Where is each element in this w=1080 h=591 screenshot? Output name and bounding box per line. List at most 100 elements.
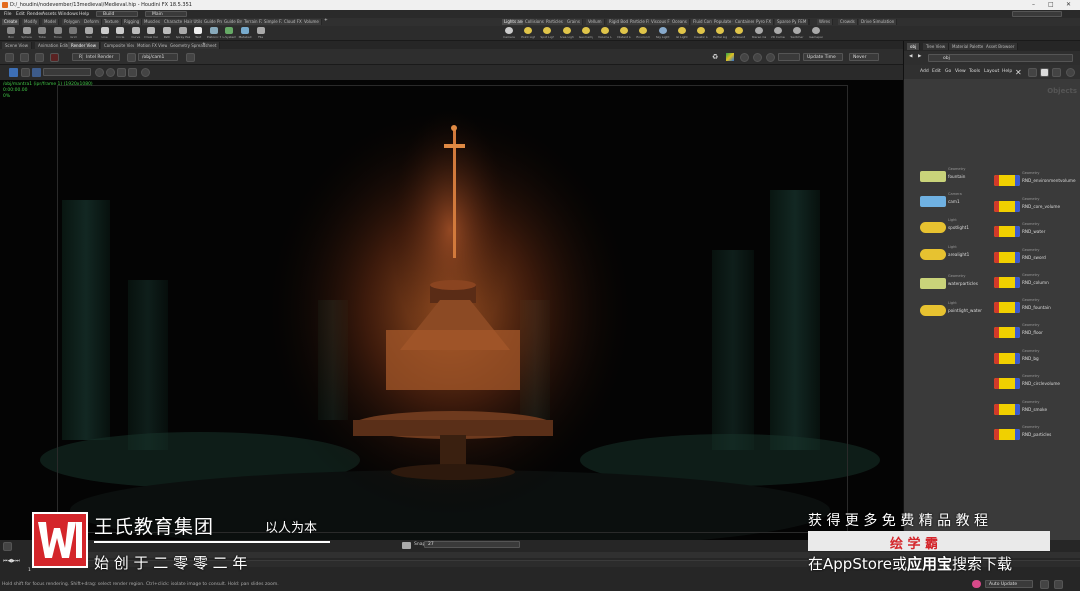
color-swatch-icon[interactable] <box>726 53 734 61</box>
tool-curve[interactable]: Curve <box>129 27 143 40</box>
pane-tab-2[interactable]: Render View <box>68 42 101 49</box>
display-flag-icon[interactable] <box>994 353 999 364</box>
display-flag-icon[interactable] <box>994 226 999 237</box>
tool-spot-light[interactable]: Spot Light <box>540 27 554 40</box>
render-flag-icon[interactable] <box>1015 226 1020 237</box>
shelf-tab-0[interactable]: Create <box>2 19 21 25</box>
zoom-out-icon[interactable] <box>106 68 115 77</box>
net-menu-edit[interactable]: Edit <box>932 69 941 75</box>
render-flag-icon[interactable] <box>1015 175 1020 186</box>
render-flag-icon[interactable] <box>1015 404 1020 415</box>
render-flag-icon[interactable] <box>1015 429 1020 440</box>
aov-select[interactable] <box>43 68 91 76</box>
tool-gi-light[interactable]: GI Light <box>675 27 689 40</box>
shelf-tab-15[interactable]: Volume <box>302 19 322 25</box>
display-flag-icon[interactable] <box>994 378 999 389</box>
tool-caustic-light[interactable]: Caustic Light <box>694 27 708 40</box>
render-flag-icon[interactable] <box>1015 302 1020 313</box>
layout-icon[interactable] <box>1052 68 1061 77</box>
forward-arrow-icon[interactable]: ▶ <box>918 54 921 60</box>
tool-geometry-light[interactable]: Geometry Light <box>579 27 593 40</box>
shelf-tab-4[interactable]: Deform <box>82 19 102 25</box>
tool-line[interactable]: Line <box>98 27 112 40</box>
path-field[interactable]: obj <box>928 54 1073 62</box>
status-icon-2[interactable] <box>1054 580 1063 589</box>
pause-icon[interactable] <box>35 53 44 62</box>
auto-update-select[interactable]: Auto Update <box>985 580 1033 588</box>
network-tab-2[interactable]: Material Palette <box>949 43 988 50</box>
tool-distant-light[interactable]: Distant Light <box>617 27 631 40</box>
shelf-tab-7[interactable]: Muscles <box>142 19 163 25</box>
tool-switcher[interactable]: Switcher <box>790 27 804 40</box>
shelf-tab-right-15[interactable]: Wires <box>817 19 834 25</box>
home-icon[interactable] <box>117 68 126 77</box>
camera-settings-icon[interactable] <box>186 53 195 62</box>
render-flag-icon[interactable] <box>1015 378 1020 389</box>
circle-icon[interactable] <box>766 53 775 62</box>
tool-volume-light[interactable]: Volume Light <box>598 27 612 40</box>
display-flag-icon[interactable] <box>994 277 999 288</box>
render-flag-icon[interactable] <box>1015 327 1020 338</box>
shelf-tab-right-8[interactable]: Oceans <box>670 19 690 25</box>
shelf-tab-right-4[interactable]: Vellum <box>586 19 605 25</box>
maximize-button[interactable]: □ <box>1048 1 1054 8</box>
tool-draw-curve[interactable]: Draw Curve <box>144 27 158 40</box>
render-flag-icon[interactable] <box>1015 201 1020 212</box>
update-time-select[interactable]: Update Time <box>803 53 843 61</box>
object-select[interactable]: Main <box>145 11 187 17</box>
menu-help[interactable]: Help <box>79 12 89 17</box>
tool-gamepad-camera[interactable]: Gamepad Camera <box>809 27 823 40</box>
shelf-tab-right-14[interactable]: FEM <box>796 19 810 25</box>
shelf-tab-right-3[interactable]: Grains <box>565 19 583 25</box>
shelf-tab-right-16[interactable]: Crowds <box>838 19 858 25</box>
tool-portal-light[interactable]: Portal Light <box>713 27 727 40</box>
render-flag-icon[interactable] <box>1015 252 1020 263</box>
snap-field[interactable]: 27 <box>424 541 520 548</box>
shelf-tab-3[interactable]: Polygon <box>62 19 83 25</box>
tool-path[interactable]: Path <box>160 27 174 40</box>
tool-text[interactable]: Text <box>191 27 205 40</box>
shelf-tab-6[interactable]: Rigging <box>122 19 143 25</box>
tool-grid[interactable]: Grid <box>66 27 80 40</box>
network-tab-0[interactable]: obj <box>907 43 921 50</box>
display-flag-icon[interactable] <box>994 201 999 212</box>
network-tab-3[interactable]: Asset Browser <box>983 43 1019 50</box>
close-button[interactable]: ✕ <box>1066 1 1071 8</box>
tool-point-light[interactable]: Point Light <box>521 27 535 40</box>
pane-tab-5[interactable]: Geometry Spreadsheet <box>167 42 221 49</box>
menu-edit[interactable]: Edit <box>16 12 25 17</box>
tool-spray-paint[interactable]: Spray Paint <box>176 27 190 40</box>
shelf-tab-5[interactable]: Texture <box>102 19 122 25</box>
grid-icon[interactable] <box>1028 68 1037 77</box>
render-flag-icon[interactable] <box>1015 277 1020 288</box>
tool-vr-camera[interactable]: VR Camera <box>771 27 785 40</box>
shelf-tab-right-2[interactable]: Particles <box>544 19 566 25</box>
render-flag-icon[interactable] <box>1015 353 1020 364</box>
net-menu-layout[interactable]: Layout <box>984 69 999 75</box>
tool-sphere[interactable]: Sphere <box>20 27 34 40</box>
list-icon[interactable] <box>1040 68 1049 77</box>
add-pane-tab-icon[interactable]: + <box>202 42 206 48</box>
tool-ambient-light[interactable]: Ambient Light <box>732 27 746 40</box>
menu-assets[interactable]: Assets <box>42 12 57 17</box>
refresh-icon[interactable] <box>20 53 29 62</box>
network-tab-1[interactable]: Tree View <box>923 43 950 50</box>
update-mode-select[interactable]: Never <box>849 53 879 61</box>
tool-null[interactable]: Null <box>82 27 96 40</box>
menu-file[interactable]: File <box>4 12 12 17</box>
back-arrow-icon[interactable]: ◀ <box>909 54 912 60</box>
display-flag-icon[interactable] <box>994 302 999 313</box>
net-menu-view[interactable]: View <box>955 69 966 75</box>
snapshot-icon[interactable] <box>127 53 136 62</box>
tool-torus[interactable]: Torus <box>51 27 65 40</box>
net-menu-help[interactable]: Help <box>1002 69 1012 75</box>
render-viewport[interactable]: /obj/mantra1 (ipr/frame 1) (1920x1080) 0… <box>0 80 903 540</box>
display-flag-icon[interactable] <box>994 175 999 186</box>
viewer-option-icon[interactable] <box>21 68 30 77</box>
help-icon[interactable] <box>1066 68 1075 77</box>
stop-icon[interactable] <box>50 53 59 62</box>
tool-sky-light[interactable]: Sky Light <box>656 27 670 40</box>
tools-icon[interactable]: ✕ <box>1015 68 1022 77</box>
shelf-tab-right-12[interactable]: Pyro FX <box>754 19 775 25</box>
tool-stereo-camera[interactable]: Stereo Camera <box>752 27 766 40</box>
